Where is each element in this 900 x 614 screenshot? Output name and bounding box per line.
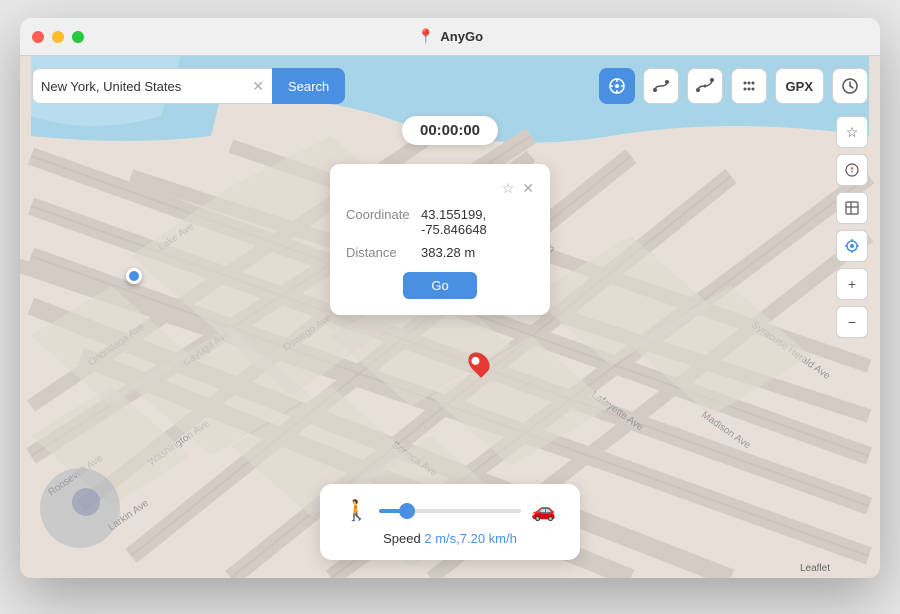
popup-header: ☆ ✕ [346, 180, 534, 197]
zoom-in-button[interactable]: + [836, 268, 868, 300]
map-pin [470, 351, 488, 375]
search-clear-icon[interactable]: ✕ [252, 78, 264, 95]
speed-icons-row: 🚶 🚗 [344, 498, 556, 523]
speed-panel: 🚶 🚗 Speed 2 m/s,7.20 km/h [320, 484, 580, 560]
joystick[interactable] [40, 468, 120, 548]
main-content: Lake Ave Onondaga Ave Cayuga Ave Oswego … [20, 56, 880, 578]
pin-icon: 📍 [417, 28, 434, 45]
app-title: AnyGo [440, 29, 483, 44]
my-location-button[interactable] [836, 230, 868, 262]
speed-slider-track [379, 509, 521, 513]
search-area: ✕ Search [32, 68, 345, 104]
app-window: 📍 AnyGo [20, 18, 880, 578]
right-toolbar: GPX [599, 68, 868, 104]
distance-value: 383.28 m [421, 245, 475, 260]
location-dot [126, 268, 142, 284]
distance-label: Distance [346, 245, 421, 260]
coordinate-row: Coordinate 43.155199, -75.846648 [346, 207, 534, 237]
compass-button[interactable] [836, 154, 868, 186]
history-button[interactable] [832, 68, 868, 104]
go-button[interactable]: Go [403, 272, 476, 299]
popup-star-button[interactable]: ☆ [502, 180, 515, 197]
maximize-button[interactable] [72, 31, 84, 43]
close-button[interactable] [32, 31, 44, 43]
app-title-area: 📍 AnyGo [417, 28, 483, 45]
minimize-button[interactable] [52, 31, 64, 43]
traffic-lights [32, 31, 84, 43]
search-input[interactable] [41, 79, 248, 94]
distance-row: Distance 383.28 m [346, 245, 534, 260]
speed-slider[interactable] [379, 509, 521, 513]
speed-slider-thumb[interactable] [399, 503, 415, 519]
speed-text: Speed [383, 531, 421, 546]
coordinate-value: 43.155199, -75.846648 [421, 207, 534, 237]
timer-value: 00:00:00 [420, 122, 480, 139]
route-single-button[interactable] [643, 68, 679, 104]
favorites-button[interactable]: ☆ [836, 116, 868, 148]
leaflet-label: Leaflet [800, 563, 830, 574]
walk-icon: 🚶 [344, 498, 369, 523]
search-button[interactable]: Search [272, 68, 345, 104]
joystick-inner [72, 488, 100, 516]
info-popup: ☆ ✕ Coordinate 43.155199, -75.846648 Dis… [330, 164, 550, 315]
right-controls: ☆ [836, 116, 868, 338]
popup-close-button[interactable]: ✕ [522, 180, 534, 197]
speed-value: 2 m/s,7.20 km/h [424, 531, 516, 546]
map-layers-button[interactable] [836, 192, 868, 224]
top-toolbar: ✕ Search [32, 68, 868, 104]
crosshair-button[interactable] [599, 68, 635, 104]
joystick-outer [40, 468, 120, 548]
titlebar: 📍 AnyGo [20, 18, 880, 56]
dots-button[interactable] [731, 68, 767, 104]
gpx-button[interactable]: GPX [775, 68, 824, 104]
route-multi-button[interactable] [687, 68, 723, 104]
coordinate-label: Coordinate [346, 207, 421, 222]
timer-badge: 00:00:00 [402, 116, 498, 145]
search-input-wrapper: ✕ [32, 68, 272, 104]
car-icon: 🚗 [531, 498, 556, 523]
speed-label-row: Speed 2 m/s,7.20 km/h [344, 531, 556, 546]
zoom-out-button[interactable]: − [836, 306, 868, 338]
